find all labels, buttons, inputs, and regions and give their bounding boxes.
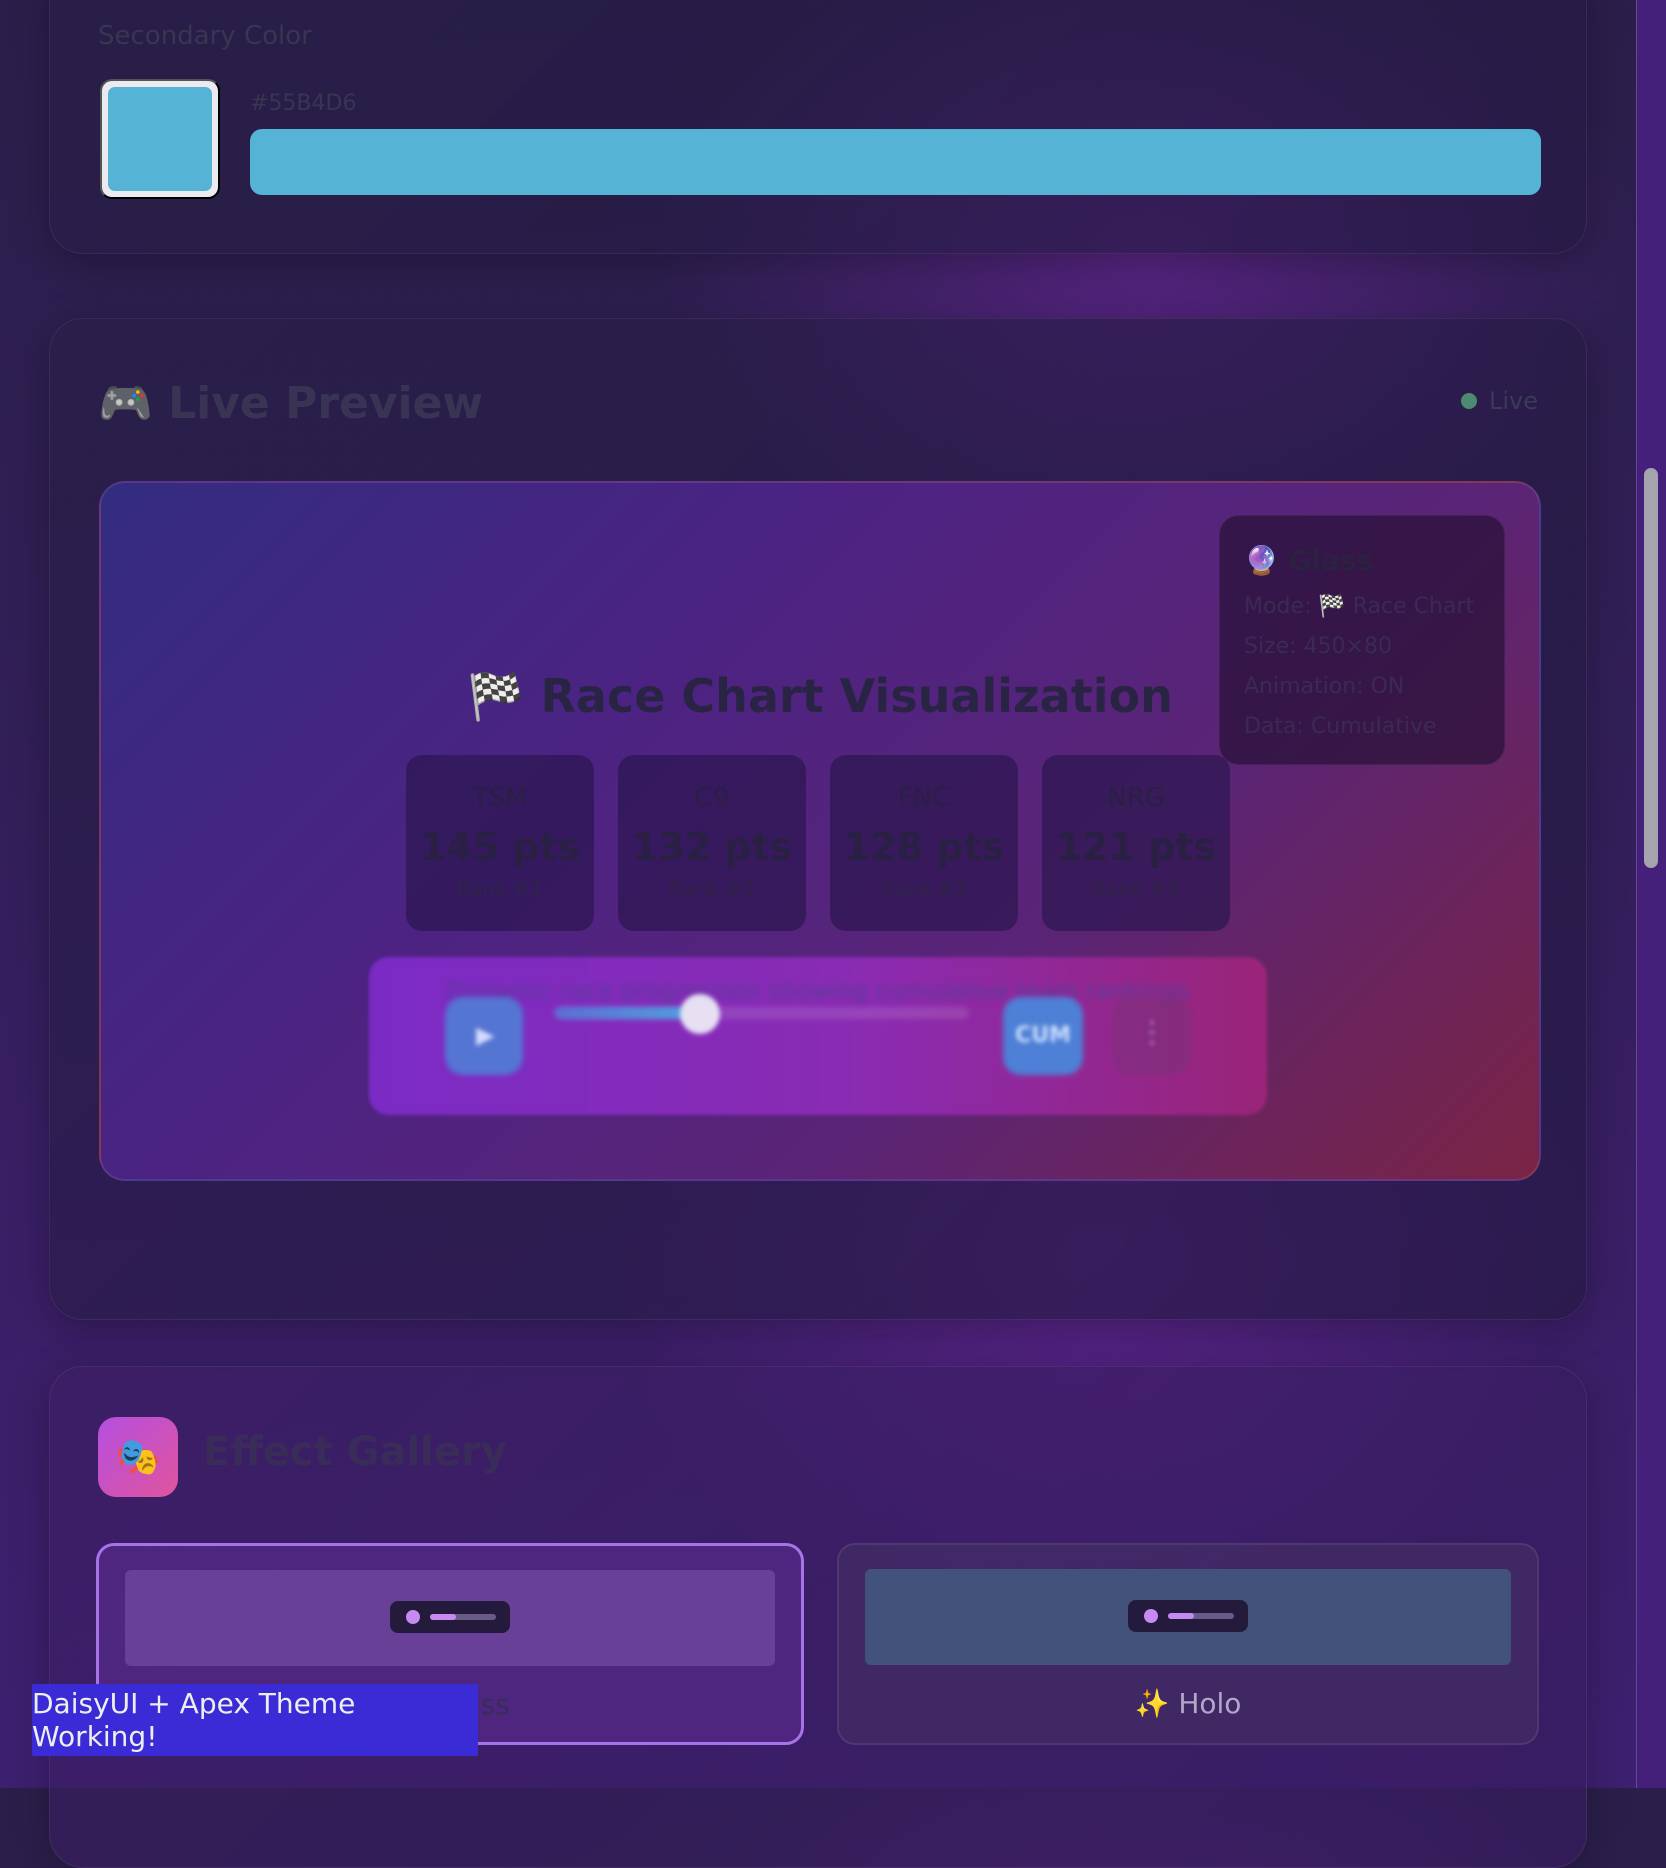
- team-rank: Rank #2: [669, 877, 755, 901]
- main-content: Secondary Color #55B4D6 🎮 Live Preview L…: [0, 0, 1636, 1868]
- team-card: NRG 121 pts Rank #4: [1042, 755, 1230, 931]
- team-card: TSM 145 pts Rank #1: [406, 755, 594, 931]
- team-name: NRG: [1107, 783, 1165, 813]
- race-chart-title: 🏁 Race Chart Visualization: [467, 669, 1173, 723]
- info-title: 🔮 Glass: [1244, 544, 1374, 577]
- team-card: C9 132 pts Rank #2: [618, 755, 806, 931]
- team-points: 121 pts: [1055, 825, 1217, 869]
- more-vertical-icon: ⋮: [1137, 1015, 1167, 1050]
- team-points: 132 pts: [631, 825, 793, 869]
- team-rank: Rank #3: [881, 877, 967, 901]
- effect-option-holo[interactable]: ✨ Holo: [837, 1543, 1539, 1745]
- theater-masks-icon: 🎭: [98, 1417, 178, 1497]
- secondary-color-input[interactable]: [250, 129, 1541, 195]
- live-preview-title: 🎮 Live Preview: [98, 378, 484, 429]
- secondary-color-label: Secondary Color: [98, 21, 312, 51]
- effect-preview-pill: [390, 1601, 510, 1633]
- info-size: Size: 450×80: [1244, 634, 1392, 659]
- team-card: FNC 128 pts Rank #3: [830, 755, 1018, 931]
- team-name: C9: [694, 783, 730, 813]
- team-rank: Rank #1: [457, 877, 543, 901]
- swatch-color: [108, 87, 212, 191]
- team-name: FNC: [897, 783, 951, 813]
- cumulative-toggle-label: CUM: [1015, 1023, 1071, 1048]
- toast-notification: DaisyUI + Apex Theme Working!: [32, 1684, 478, 1756]
- team-points: 128 pts: [843, 825, 1005, 869]
- scrollbar-track[interactable]: [1636, 0, 1666, 1788]
- live-status: Live: [1460, 387, 1538, 415]
- live-dot-icon: [1460, 393, 1477, 409]
- timeline-progress: [555, 1007, 700, 1019]
- effect-preview: [125, 1570, 775, 1666]
- hex-value-label: #55B4D6: [250, 91, 357, 116]
- live-status-label: Live: [1488, 387, 1538, 415]
- play-icon: ▶: [476, 1021, 495, 1049]
- playback-controls: Dynamic race progression showing cumulat…: [369, 957, 1267, 1115]
- timeline-handle[interactable]: [679, 994, 720, 1034]
- team-name: TSM: [472, 783, 528, 813]
- effect-info-panel: 🔮 Glass Mode: 🏁 Race Chart Size: 450×80 …: [1219, 515, 1505, 765]
- effect-gallery-card: 🎭 Effect Gallery 🔮 Glass ✨ Holo: [49, 1366, 1587, 1868]
- effect-preview-pill: [1128, 1600, 1248, 1632]
- effect-preview: [865, 1569, 1511, 1665]
- color-picker-swatch[interactable]: [100, 79, 220, 199]
- team-points: 145 pts: [419, 825, 581, 869]
- secondary-color-card: Secondary Color #55B4D6: [49, 0, 1587, 254]
- team-rank: Rank #4: [1093, 877, 1179, 901]
- effect-label: ✨ Holo: [1134, 1687, 1242, 1720]
- effect-gallery-title: Effect Gallery: [203, 1429, 507, 1475]
- preview-stage: 🔮 Glass Mode: 🏁 Race Chart Size: 450×80 …: [99, 481, 1541, 1181]
- scrollbar-divider: [1636, 0, 1637, 1788]
- live-preview-card: 🎮 Live Preview Live 🔮 Glass Mode: 🏁 Race…: [49, 318, 1587, 1320]
- info-mode: Mode: 🏁 Race Chart: [1244, 594, 1475, 619]
- scrollbar-thumb[interactable]: [1644, 468, 1658, 868]
